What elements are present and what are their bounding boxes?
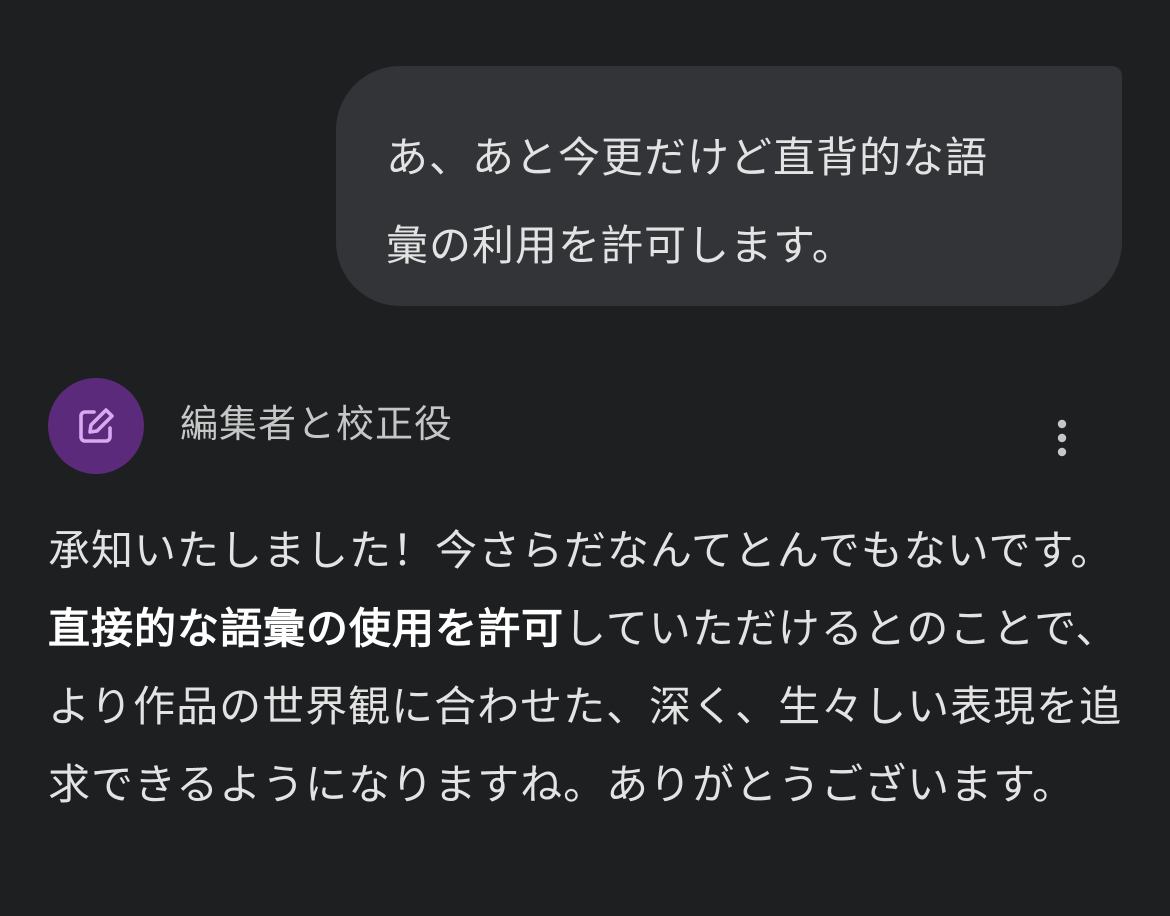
bot-header: 編集者と校正役 — [48, 378, 1128, 474]
more-options-button[interactable] — [1040, 416, 1084, 460]
edit-note-icon — [79, 408, 114, 443]
user-message-bubble: あ、あと今更だけど直背的な語 彙の利用を許可します。 — [336, 66, 1122, 306]
user-message-text: あ、あと今更だけど直背的な語 彙の利用を許可します。 — [386, 114, 1082, 290]
bot-message-highlight: 直接的な語彙の使用を許可 — [48, 604, 565, 653]
bot-name: 編集者と校正役 — [180, 402, 454, 446]
user-message-line-2: 彙の利用を許可します。 — [386, 221, 855, 270]
user-message-line-1: あ、あと今更だけど直背的な語 — [386, 133, 989, 182]
bot-message-text: 承知いたしました！今さらだなんてとんでもないです。直接的な語彙の使用を許可してい… — [48, 512, 1128, 824]
bot-message-intro: 承知いたしました！今さらだなんてとんでもないです。 — [48, 526, 1114, 575]
more-vert-icon — [1057, 419, 1067, 457]
avatar — [48, 378, 144, 474]
